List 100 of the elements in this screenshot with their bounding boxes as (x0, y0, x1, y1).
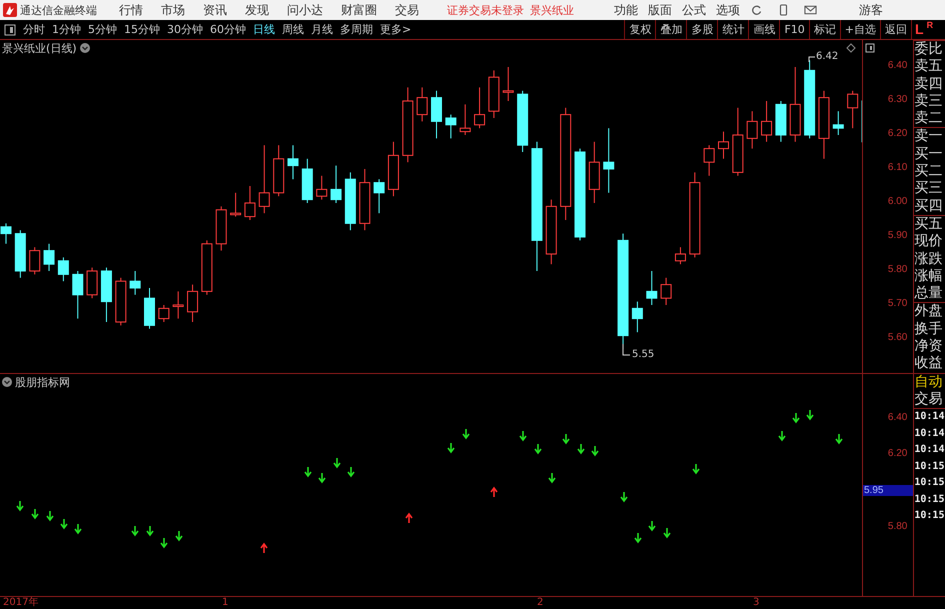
candlestick (474, 86, 486, 129)
candlestick (72, 270, 84, 320)
panel-toggle-icon[interactable] (4, 24, 16, 36)
down-arrow-icon (46, 510, 54, 522)
candlestick (115, 277, 126, 326)
diamond-icon[interactable] (846, 43, 856, 53)
toolbar-button[interactable]: 返回 (880, 20, 911, 39)
up-arrow-icon (490, 486, 498, 498)
down-arrow-icon (577, 443, 585, 454)
trade-time: 10:14 (914, 410, 945, 424)
toolbar-button[interactable]: 标记 (808, 20, 840, 39)
period-tab[interactable]: 30分钟 (167, 22, 203, 37)
price-tick: 5.60 (888, 332, 908, 343)
menu-item[interactable]: 发现 (245, 2, 269, 18)
menu-item[interactable]: 版面 (648, 2, 672, 18)
menu-item[interactable]: 交易 (395, 2, 419, 18)
quote-label: 卖二 (914, 110, 944, 128)
period-tab[interactable]: 周线 (282, 22, 304, 37)
down-arrow-icon (792, 412, 800, 424)
trade-tab[interactable]: 交易 (914, 390, 945, 410)
quote-label: 买五 (914, 214, 945, 234)
auto-tab[interactable]: 自动 (914, 372, 945, 391)
candlestick (445, 114, 456, 139)
mail-icon[interactable] (804, 4, 817, 16)
dropdown-icon[interactable] (80, 43, 90, 53)
candlestick (588, 141, 600, 204)
toolbar-button[interactable]: 复权 (624, 20, 656, 39)
quote-label: 卖四 (914, 76, 944, 93)
down-arrow-icon (318, 472, 326, 484)
candlestick (302, 158, 313, 204)
menu-item[interactable]: 市场 (161, 2, 185, 18)
menu-item[interactable]: 财富圈 (341, 2, 377, 18)
date-label: 2 (537, 597, 544, 608)
menu-item[interactable]: 行情 (119, 2, 143, 18)
toolbar-button[interactable]: 叠加 (655, 20, 686, 39)
candlestick (58, 256, 69, 282)
date-label: 2017年 (3, 597, 38, 608)
candlestick (746, 110, 758, 150)
price-tick: 6.40 (888, 60, 908, 71)
down-arrow-icon (634, 532, 642, 544)
quote-label: 买三 (914, 180, 944, 198)
menu-item[interactable]: 问小达 (287, 2, 323, 18)
menu-item[interactable]: 资讯 (203, 2, 227, 18)
phone-icon[interactable] (777, 4, 790, 16)
toolbar-button[interactable]: 多股 (686, 20, 718, 39)
candlestick (316, 175, 328, 200)
down-arrow-icon (692, 463, 700, 474)
toolbar-button[interactable]: +自选 (840, 20, 880, 39)
candlestick (29, 246, 40, 275)
candlestick (431, 90, 442, 139)
trade-time: 10:15 (914, 509, 945, 524)
current-value-label: 5.95 (863, 485, 914, 496)
indicator-tick: 6.40 (888, 412, 908, 423)
period-tab[interactable]: 月线 (311, 22, 333, 37)
quote-label: 净资 (914, 338, 944, 356)
quote-label: 卖五 (914, 58, 944, 76)
down-arrow-icon (778, 430, 786, 442)
menu-item[interactable]: 功能 (614, 2, 638, 18)
quote-label: 买四 (914, 198, 944, 215)
candlestick (130, 270, 141, 296)
period-tab[interactable]: 5分钟 (88, 22, 117, 37)
quote-label: 总量 (914, 285, 944, 302)
period-tab[interactable]: 多周期 (340, 22, 373, 37)
down-arrow-icon (175, 530, 183, 542)
candlestick (201, 240, 212, 296)
toolbar-button[interactable]: F10 (779, 20, 809, 39)
period-tab[interactable]: 15分钟 (124, 22, 160, 37)
dropdown-icon[interactable] (2, 377, 12, 387)
period-tab[interactable]: 日线 (253, 22, 275, 37)
period-tab[interactable]: 分时 (23, 22, 45, 37)
quote-label: 卖一 (914, 127, 945, 146)
candlestick (86, 267, 98, 299)
period-tab[interactable]: 更多> (380, 22, 412, 37)
candlestick (258, 144, 270, 214)
logo-icon (3, 3, 17, 17)
price-tick: 6.00 (888, 196, 908, 207)
toolbar-button[interactable]: 统计 (717, 20, 748, 39)
period-tab[interactable]: 1分钟 (52, 22, 81, 37)
refresh-icon[interactable] (750, 4, 763, 16)
trade-time: 10:14 (914, 443, 945, 458)
down-arrow-icon (160, 537, 168, 548)
indicator-tick: 5.80 (888, 521, 908, 532)
candlestick (546, 199, 557, 265)
menu-item[interactable]: 选项 (716, 2, 740, 18)
down-arrow-icon (74, 523, 82, 534)
side-tab[interactable]: R (926, 20, 934, 30)
price-tick: 5.80 (888, 264, 908, 275)
down-arrow-icon (462, 428, 470, 440)
menu-item[interactable]: 公式 (682, 2, 706, 18)
user-label[interactable]: 游客 (859, 2, 883, 18)
side-tab[interactable]: L (915, 20, 924, 39)
indicator-tick: 6.20 (888, 448, 908, 459)
candlestick (718, 131, 729, 160)
candlestick (603, 128, 614, 194)
toolbar-button[interactable]: 画线 (748, 20, 780, 39)
price-tick: 6.20 (888, 128, 908, 139)
quote-label: 换手 (914, 320, 944, 338)
toggle-icon[interactable] (865, 43, 875, 53)
period-tab[interactable]: 60分钟 (210, 22, 246, 37)
candlestick (775, 100, 786, 142)
